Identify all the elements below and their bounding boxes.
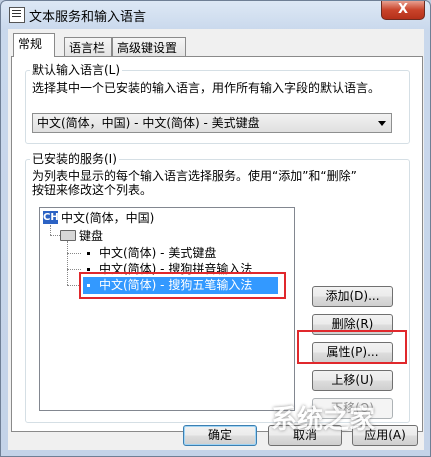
keyboard-icon xyxy=(60,230,76,241)
installed-services-description-2: 按钮来修改这个列表。 xyxy=(32,183,153,197)
tree-node-language[interactable]: 中文(简体，中国) xyxy=(61,211,154,225)
watermark-logo: 系统之家 xyxy=(271,405,376,435)
ok-button[interactable]: 确定 xyxy=(183,425,257,446)
default-language-select[interactable]: 中文(简体，中国) - 中文(简体) - 美式键盘 xyxy=(32,113,392,133)
tree-line xyxy=(67,253,81,254)
tree-node-keyboard[interactable]: 键盘 xyxy=(79,229,103,243)
tree-line xyxy=(67,269,81,270)
move-up-button[interactable]: 上移(U) xyxy=(312,370,393,391)
default-language-value: 中文(简体，中国) - 中文(简体) - 美式键盘 xyxy=(37,116,260,130)
tree-item-us-keyboard[interactable]: 中文(简体) - 美式键盘 xyxy=(99,246,216,260)
title-bar[interactable]: 文本服务和输入语言 X xyxy=(1,1,430,29)
bullet-icon xyxy=(87,252,90,255)
chevron-down-icon xyxy=(378,121,386,126)
language-badge: CH xyxy=(43,211,59,224)
highlight-box-selected-item xyxy=(79,272,286,299)
highlight-box-properties xyxy=(297,330,407,364)
add-button[interactable]: 添加(D)... xyxy=(312,286,393,307)
default-language-label: 默认输入语言(L) xyxy=(30,63,123,77)
default-language-description: 选择其中一个已安装的输入语言，用作所有输入字段的默认语言。 xyxy=(32,81,381,95)
bullet-icon xyxy=(87,268,90,271)
installed-services-label: 已安装的服务(I) xyxy=(30,152,119,166)
keyboard-icon xyxy=(9,7,25,23)
tree-line xyxy=(50,225,51,235)
tab-language-bar[interactable]: 语言栏 xyxy=(64,37,112,57)
tree-line xyxy=(50,235,60,236)
dialog-client: 常规 语言栏 高级键设置 默认输入语言(L) 选择其中一个已安装的输入语言，用作… xyxy=(8,29,424,450)
window-title: 文本服务和输入语言 xyxy=(29,10,147,25)
tab-advanced-key-settings[interactable]: 高级键设置 xyxy=(112,37,186,57)
tab-panel: 默认输入语言(L) 选择其中一个已安装的输入语言，用作所有输入字段的默认语言。 … xyxy=(11,56,423,432)
tab-general[interactable]: 常规 xyxy=(13,33,55,57)
dialog-window: 文本服务和输入语言 X 常规 语言栏 高级键设置 默认输入语言(L) 选择其中一… xyxy=(0,0,431,457)
close-button[interactable]: X xyxy=(381,1,425,20)
services-tree[interactable]: CH 中文(简体，中国) 键盘 中文(简体) - 美式键盘 中文(简体) - 搜… xyxy=(39,207,295,411)
installed-services-description-1: 为列表中显示的每个输入语言选择服务。使用“添加”和“删除” xyxy=(32,169,357,183)
tree-line xyxy=(67,241,68,285)
